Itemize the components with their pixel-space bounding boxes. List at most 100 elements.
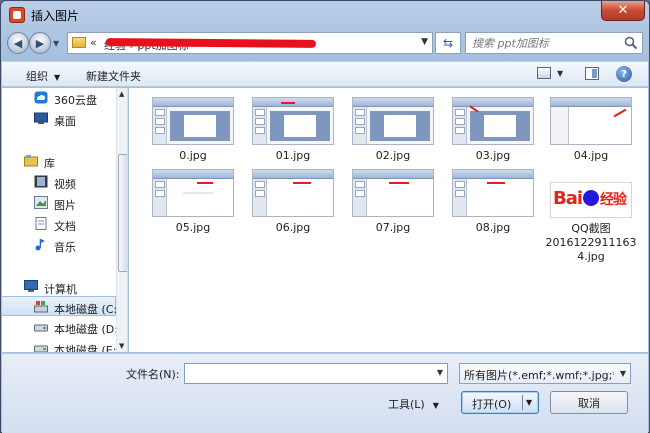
sidebar-item-desktop[interactable]: 桌面 — [2, 109, 116, 129]
sidebar-item-pictures[interactable]: 图片 — [2, 193, 116, 213]
tools-label: 工具(L) — [388, 398, 425, 411]
search-input[interactable] — [472, 36, 622, 50]
open-button[interactable]: 打开(O) ▼ — [461, 391, 539, 414]
command-bar: 组织 ▼ 新建文件夹 ▼ ? — [2, 61, 648, 87]
sidebar-item-drive-c[interactable]: 本地磁盘 (C: — [2, 296, 118, 316]
baidu-logo-thumbnail: Bai 经验 — [550, 182, 632, 218]
music-icon — [35, 239, 45, 251]
sidebar-item-drive-d[interactable]: 本地磁盘 (D: — [2, 317, 118, 337]
navigation-bar: ◀ ▶ ▼ « 经验 › ppt加图标 ▼ ⇆ — [7, 31, 643, 57]
file-list: 0.jpg 01.jpg 02.jpg 03.jpg 04.jpg 05.jpg… — [129, 88, 648, 352]
address-bar[interactable]: « 经验 › ppt加图标 ▼ — [67, 32, 433, 54]
refresh-icon: ⇆ — [442, 36, 454, 50]
scrollbar-thumb[interactable] — [118, 154, 127, 272]
chevron-down-icon: ▼ — [54, 73, 61, 82]
file-name: QQ截图 2016122911163 4.jpg — [545, 222, 637, 263]
sidebar-item-label: 本地磁盘 (E: — [54, 344, 117, 352]
arrow-right-icon: ▶ — [35, 36, 45, 50]
image-thumbnail — [352, 169, 434, 217]
refresh-button[interactable]: ⇆ — [435, 32, 461, 54]
image-thumbnail — [252, 169, 334, 217]
image-thumbnail — [352, 97, 434, 145]
preview-pane-icon[interactable] — [585, 67, 599, 80]
sidebar-item-label: 本地磁盘 (D: — [54, 323, 118, 336]
pictures-icon — [34, 196, 48, 209]
scroll-down-icon[interactable]: ▼ — [119, 342, 124, 350]
filename-input[interactable] — [188, 366, 428, 381]
cancel-button[interactable]: 取消 — [550, 391, 628, 414]
help-icon[interactable]: ? — [616, 66, 632, 82]
desktop-icon — [34, 112, 48, 124]
sidebar-item-label: 图片 — [54, 199, 76, 212]
sidebar-item-library[interactable]: 库 — [2, 151, 116, 171]
insert-picture-dialog: 插入图片 ✕ ◀ ▶ ▼ « 经验 › ppt加图标 ▼ ⇆ 组织 ▼ 新建文件夹 — [0, 0, 650, 433]
dialog-footer: 文件名(N): ▼ 所有图片(*.emf;*.wmf;*.jpg;*.jp ▼ … — [2, 353, 648, 433]
sidebar-item-label: 计算机 — [44, 283, 77, 296]
cloud-drive-icon — [34, 91, 48, 104]
navigation-scrollbar[interactable]: ▲ ▼ — [116, 88, 127, 352]
scroll-up-icon[interactable]: ▲ — [119, 90, 124, 98]
file-name: 04.jpg — [573, 149, 609, 162]
arrow-left-icon: ◀ — [13, 36, 23, 50]
drive-c-icon — [34, 301, 48, 313]
address-dropdown[interactable]: ▼ — [421, 37, 428, 47]
search-box[interactable] — [465, 32, 643, 54]
paw-icon — [583, 190, 600, 206]
sidebar-item-label: 桌面 — [54, 115, 76, 128]
sidebar-item-360-cloud[interactable]: 360云盘 — [2, 88, 116, 108]
chevron-down-icon[interactable]: ▼ — [437, 368, 443, 377]
back-button[interactable]: ◀ — [7, 32, 29, 54]
video-icon — [34, 175, 48, 188]
image-thumbnail — [452, 97, 534, 145]
address-chevron[interactable]: « — [90, 36, 97, 49]
file-name: 05.jpg — [175, 221, 211, 234]
sidebar-item-label: 文档 — [54, 220, 76, 233]
computer-icon — [24, 280, 38, 292]
drive-icon — [34, 345, 48, 352]
file-type-select[interactable]: 所有图片(*.emf;*.wmf;*.jpg;*.jp ▼ — [459, 363, 631, 384]
chevron-down-icon: ▼ — [432, 401, 439, 410]
image-thumbnail — [152, 97, 234, 145]
file-name: 02.jpg — [375, 149, 411, 162]
file-name: 07.jpg — [375, 221, 411, 234]
library-icon — [24, 155, 38, 167]
sidebar-item-label: 音乐 — [54, 241, 76, 254]
close-button[interactable]: ✕ — [601, 1, 645, 21]
file-name: 08.jpg — [475, 221, 511, 234]
search-icon[interactable] — [624, 36, 638, 50]
chevron-down-icon: ▼ — [619, 369, 626, 378]
sidebar-item-label: 视频 — [54, 178, 76, 191]
file-name: 0.jpg — [179, 149, 207, 162]
tools-button[interactable]: 工具(L) ▼ — [388, 396, 439, 412]
documents-icon — [35, 217, 47, 230]
folder-icon — [72, 37, 86, 48]
organize-button[interactable]: 组织 ▼ — [26, 68, 60, 84]
powerpoint-app-icon — [9, 7, 25, 23]
change-view-icon[interactable] — [537, 67, 551, 79]
sidebar-item-music[interactable]: 音乐 — [2, 235, 116, 255]
baidu-logo: Bai 经验 — [553, 188, 627, 209]
sidebar-item-documents[interactable]: 文档 — [2, 214, 116, 234]
forward-button[interactable]: ▶ — [29, 32, 51, 54]
file-name: 01.jpg — [275, 149, 311, 162]
recent-locations-dropdown[interactable]: ▼ — [53, 39, 59, 48]
image-thumbnail — [550, 97, 632, 145]
sidebar-item-computer[interactable]: 计算机 — [2, 277, 116, 297]
file-name: 06.jpg — [275, 221, 311, 234]
image-thumbnail — [252, 97, 334, 145]
organize-label: 组织 — [26, 70, 48, 83]
sidebar-item-drive-e[interactable]: 本地磁盘 (E: — [2, 338, 116, 352]
new-folder-button[interactable]: 新建文件夹 — [86, 68, 141, 84]
open-options-dropdown[interactable]: ▼ — [526, 398, 532, 407]
image-thumbnail — [452, 169, 534, 217]
view-options-dropdown[interactable]: ▼ — [557, 69, 563, 78]
image-thumbnail — [152, 169, 234, 217]
file-type-value: 所有图片(*.emf;*.wmf;*.jpg;*.jp — [464, 369, 614, 382]
open-label: 打开(O) — [472, 398, 512, 411]
split-divider — [522, 395, 523, 410]
filename-field[interactable]: ▼ — [184, 363, 448, 384]
sidebar-item-label: 本地磁盘 (C: — [54, 303, 118, 316]
filename-label: 文件名(N): — [126, 368, 180, 381]
sidebar-item-videos[interactable]: 视频 — [2, 172, 116, 192]
title-bar: 插入图片 ✕ — [1, 1, 649, 29]
